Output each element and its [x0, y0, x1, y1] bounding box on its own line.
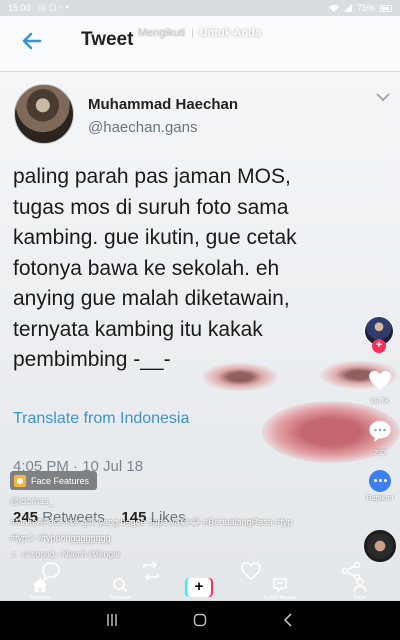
inbox-icon	[273, 578, 287, 593]
chevron-down-icon	[376, 93, 390, 102]
android-nav-bar	[0, 601, 400, 640]
message-icon: ▫	[59, 2, 63, 12]
tweet-line: ternyata kambing itu kakak	[13, 317, 263, 341]
wifi-icon	[328, 5, 339, 12]
tweet-author-avatar	[14, 84, 74, 144]
tweet-author-name: Muhammad Haechan	[88, 96, 239, 113]
translate-link: Translate from Indonesia	[13, 410, 190, 427]
tweet-text: paling parah pas jaman MOS, tugas mos di…	[13, 162, 358, 376]
tweet-line: kambing. gue ikutin, gue cetak	[13, 226, 297, 249]
sound-name: al sound - Niamh (Mengar	[22, 549, 121, 559]
search-icon	[113, 578, 128, 593]
whatsapp-icon: ◎	[38, 2, 46, 12]
video-username[interactable]: @idorhas_	[10, 496, 54, 506]
back-button-icon[interactable]	[283, 613, 293, 627]
sound-marquee[interactable]: ♫ al sound - Niamh (Mengar	[10, 549, 121, 559]
instagram-icon: ◻	[48, 2, 57, 12]
tweet-line: fotonya bawa ke sekolah. eh	[13, 256, 280, 280]
home-icon	[33, 578, 47, 592]
tweet-line: paling parah pas jaman MOS,	[13, 165, 291, 188]
follow-plus-button[interactable]: +	[372, 339, 386, 353]
caption-line: #MakeAFace kok gini yang begoe sapa ya😂😂…	[10, 517, 293, 527]
battery-percent: 75%	[356, 3, 375, 13]
effect-icon	[14, 474, 26, 487]
effect-chip[interactable]: Face Features	[10, 471, 98, 490]
share-icon[interactable]	[369, 470, 391, 492]
tab-for-you[interactable]: Untuk Anda	[200, 27, 261, 39]
tweet-line: pembimbing -__-	[13, 348, 171, 371]
video-caption: #MakeAFace kok gini yang begoe sapa ya😂😂…	[10, 514, 350, 546]
battery-icon	[380, 4, 392, 12]
status-bar: 15:00 ◎ ◻ ▫ • 75%	[0, 0, 400, 16]
comment-icon[interactable]	[368, 419, 392, 443]
like-count-label: 29.7K	[370, 396, 390, 405]
tab-separator: |	[191, 27, 194, 39]
home-button-icon[interactable]	[193, 613, 207, 627]
signal-icon	[343, 4, 352, 12]
tweet-line: tugas mos di suruh foto sama	[13, 195, 289, 219]
tweet-line: anying gue malah diketawain,	[13, 287, 290, 310]
tab-following[interactable]: Mengikuti	[138, 27, 185, 39]
share-label: Bagikan	[366, 493, 394, 502]
status-time: 15:00	[8, 3, 31, 13]
add-icon: +	[187, 578, 211, 597]
info-icon[interactable]: i	[374, 26, 388, 40]
effect-label: Face Features	[31, 475, 90, 486]
recents-icon[interactable]	[106, 613, 118, 627]
heart-icon[interactable]	[368, 369, 392, 393]
tiktok-screen: 15:00 ◎ ◻ ▫ • 75% Tweet Muhammad Haechan…	[0, 0, 400, 640]
notification-icons: ◎ ◻ ▫ •	[38, 2, 69, 13]
face-effect-left-eye	[200, 362, 280, 392]
caption-line: #fypシ #fypdongggggggg	[10, 533, 111, 543]
back-arrow-icon	[22, 32, 42, 50]
comment-count-label: 733	[373, 448, 387, 457]
tweet-author-handle: @haechan.gans	[88, 119, 198, 136]
status-right: 75%	[328, 3, 392, 13]
sound-disc[interactable]	[364, 530, 396, 562]
feed-tabs: Mengikuti | Untuk Anda	[138, 27, 261, 39]
tweet-header-title: Tweet	[81, 29, 134, 50]
dot-icon: •	[65, 2, 69, 12]
tweet-header: Tweet	[0, 16, 400, 72]
profile-icon	[353, 578, 367, 593]
create-video-button[interactable]: +	[185, 578, 213, 597]
music-note-icon: ♫	[10, 549, 17, 559]
